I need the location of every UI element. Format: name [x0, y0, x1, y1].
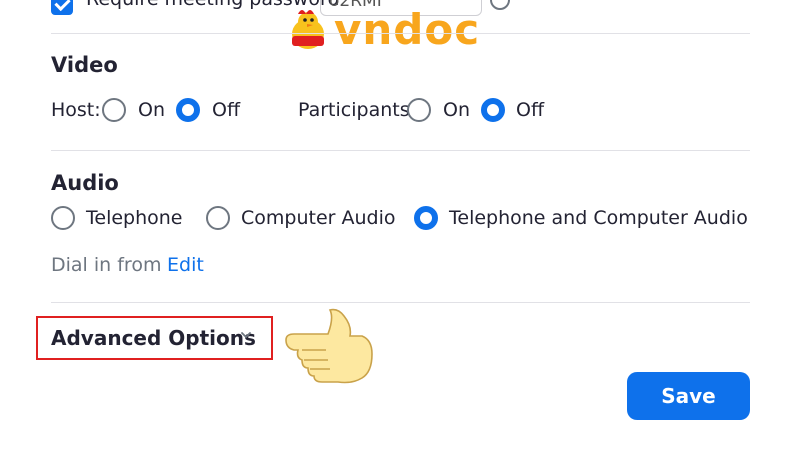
vndoc-wordmark: vndoc [334, 5, 481, 54]
host-off-label[interactable]: Off [212, 99, 240, 121]
participants-label: Participants: [298, 99, 417, 121]
host-on-label[interactable]: On [138, 99, 165, 121]
dial-in-edit-link[interactable]: Edit [167, 254, 204, 276]
audio-computer-label[interactable]: Computer Audio [241, 207, 396, 229]
pointing-hand-icon [285, 308, 373, 384]
dial-in-label: Dial in from [51, 254, 162, 276]
chevron-down-icon[interactable] [240, 330, 252, 340]
help-icon[interactable] [490, 0, 510, 10]
video-section-title: Video [51, 53, 118, 77]
participants-on-label[interactable]: On [443, 99, 470, 121]
save-button[interactable]: Save [627, 372, 750, 420]
participants-off-label[interactable]: Off [516, 99, 544, 121]
host-label: Host: [51, 99, 101, 121]
audio-telephone-and-computer-radio[interactable] [414, 206, 438, 230]
host-off-radio[interactable] [176, 98, 200, 122]
require-password-checkbox[interactable] [51, 0, 73, 15]
divider [51, 33, 750, 34]
divider [51, 150, 750, 151]
participants-on-radio[interactable] [407, 98, 431, 122]
audio-computer-radio[interactable] [206, 206, 230, 230]
audio-telephone-and-computer-label[interactable]: Telephone and Computer Audio [449, 207, 748, 229]
audio-telephone-radio[interactable] [51, 206, 75, 230]
host-on-radio[interactable] [102, 98, 126, 122]
audio-section-title: Audio [51, 171, 119, 195]
audio-telephone-label[interactable]: Telephone [86, 207, 183, 229]
chick-mascot-icon [292, 10, 324, 49]
advanced-options-toggle[interactable]: Advanced Options [51, 326, 256, 350]
participants-off-radio[interactable] [481, 98, 505, 122]
divider [51, 302, 750, 303]
